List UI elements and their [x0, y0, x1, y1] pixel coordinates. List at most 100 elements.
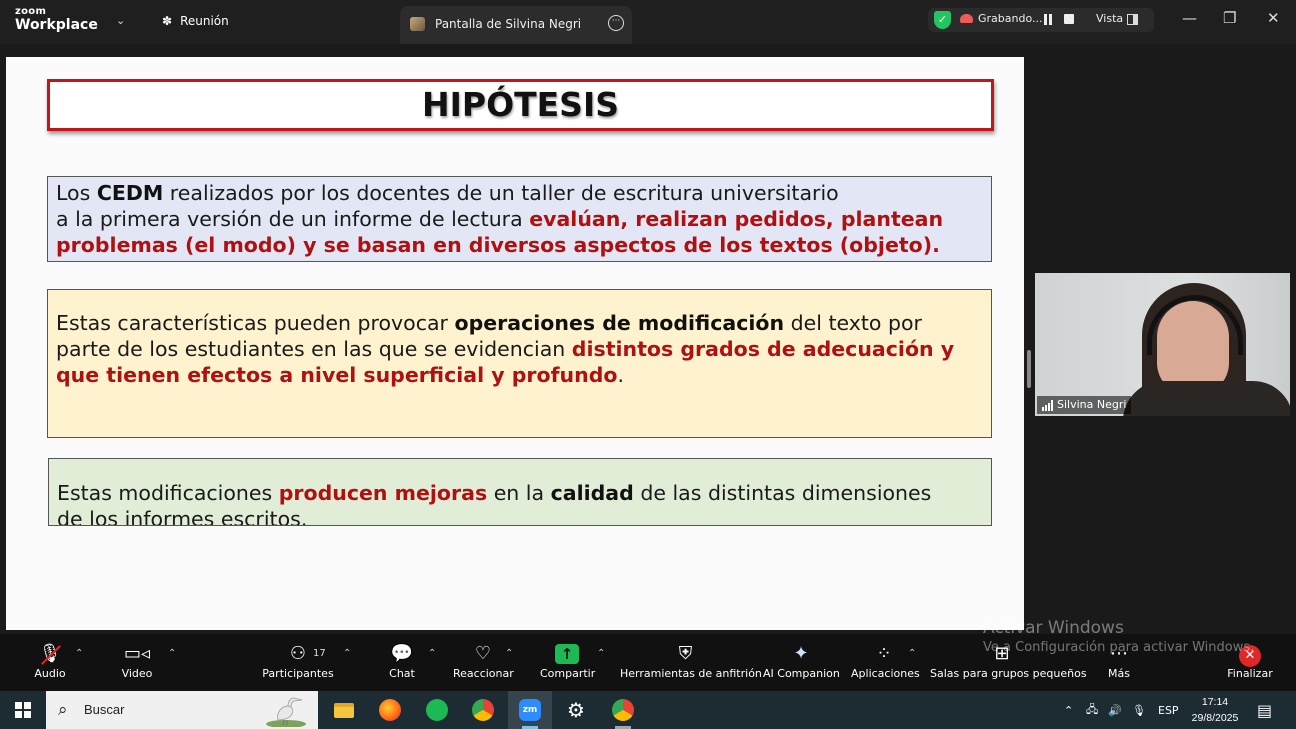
- box1-bold-cedm: CEDM: [96, 181, 164, 205]
- zoom-workplace-logo[interactable]: zoom Workplace: [15, 7, 98, 33]
- pause-recording-button[interactable]: [1044, 14, 1052, 25]
- taskbar-chrome-profile[interactable]: [601, 691, 645, 729]
- taskbar-clock[interactable]: 17:14 29/8/2025: [1182, 694, 1248, 726]
- video-label: Video: [121, 667, 153, 680]
- zoom-app-icon: zm: [519, 699, 541, 721]
- taskbar-zoom[interactable]: zm: [508, 691, 552, 729]
- box2-text: Estas características pueden provocar: [56, 311, 455, 335]
- windows-logo-icon: [15, 702, 31, 718]
- box1-emphasis: evalúan, realizan pedidos, plantean: [529, 207, 944, 231]
- share-icon-wrap: ↑: [540, 634, 594, 664]
- apps-button[interactable]: ⁘ Aplicaciones: [851, 634, 920, 691]
- slide-title: HIPÓTESIS: [421, 85, 619, 124]
- hypothesis-box-1: Los CEDM realizados por los docentes de …: [47, 176, 992, 262]
- box2-line-3: que tienen efectos a nivel superficial y…: [56, 362, 991, 388]
- box2-emphasis: distintos grados de adecuación y: [571, 337, 955, 361]
- microphone-icon[interactable]: 🎙: [1132, 691, 1146, 729]
- taskbar-settings[interactable]: ⚙: [554, 691, 598, 729]
- network-icon[interactable]: 🖧: [1086, 691, 1098, 729]
- shared-slide: HIPÓTESIS Los CEDM realizados por los do…: [6, 57, 1024, 630]
- notifications-icon[interactable]: ▤: [1257, 691, 1272, 729]
- language-indicator[interactable]: ESP: [1158, 691, 1179, 729]
- sparkle-icon: ✦: [793, 643, 809, 664]
- maximize-button[interactable]: ❐: [1223, 9, 1236, 27]
- participants-button[interactable]: ⚇ Participantes: [262, 634, 334, 691]
- muted-microphone-icon: 🎙: [30, 634, 70, 665]
- react-button[interactable]: ♡ Reaccionar: [453, 634, 514, 691]
- search-highlight-bird-icon: [266, 697, 306, 727]
- security-shield-icon[interactable]: ✓: [934, 11, 951, 29]
- chat-options-caret-icon[interactable]: ⌃: [428, 648, 436, 659]
- tray-overflow-chevron-icon[interactable]: ⌃: [1064, 691, 1073, 729]
- participants-options-caret-icon[interactable]: ⌃: [343, 648, 351, 659]
- ai-companion-label: AI Companion: [763, 667, 840, 680]
- more-options-icon[interactable]: ···: [608, 15, 624, 31]
- host-tools-button[interactable]: ⛨ Herramientas de anfitrión: [620, 634, 762, 691]
- share-label: Compartir: [540, 667, 596, 680]
- gear-icon: ⚙: [567, 698, 585, 722]
- stop-recording-button[interactable]: [1064, 14, 1074, 24]
- screen-thumbnail-icon: [410, 17, 425, 31]
- box2-text: parte de los estudiantes en las que se e…: [56, 337, 572, 361]
- logo-bottom-text: Workplace: [15, 17, 98, 33]
- box2-emphasis: que tienen efectos a nivel superficial y…: [56, 363, 618, 387]
- box1-line-2: a la primera versión de un informe de le…: [56, 206, 991, 232]
- heart-icon: ♡: [474, 643, 492, 664]
- chat-button[interactable]: 💬 Chat: [385, 634, 419, 691]
- taskbar-search[interactable]: ⌕ Buscar: [46, 691, 318, 729]
- box2-line-1: Estas características pueden provocar op…: [56, 310, 991, 336]
- audio-button[interactable]: 🎙 Audio: [30, 634, 70, 691]
- chat-label: Chat: [389, 667, 415, 680]
- box2-line-2: parte de los estudiantes en las que se e…: [56, 336, 991, 362]
- box3-text: en la: [487, 481, 551, 505]
- share-screen-button[interactable]: ↑ Compartir: [540, 634, 596, 691]
- hypothesis-box-2: Estas características pueden provocar op…: [47, 289, 992, 438]
- share-options-caret-icon[interactable]: ⌃: [597, 648, 605, 659]
- split-resize-handle[interactable]: [1027, 350, 1031, 388]
- ai-companion-button[interactable]: ✦ AI Companion: [763, 634, 840, 691]
- box1-line-3: problemas (el modo) y se basan en divers…: [56, 233, 940, 257]
- close-button[interactable]: ✕: [1267, 9, 1280, 27]
- box1-text: a la primera versión de un informe de le…: [56, 207, 530, 231]
- start-button[interactable]: [0, 691, 46, 729]
- shield-icon: ⛨: [678, 643, 693, 664]
- box1-line-1: Los CEDM realizados por los docentes de …: [56, 180, 991, 206]
- host-tools-label: Herramientas de anfitrión: [620, 667, 762, 680]
- watermark-line-1: Activar Windows: [983, 618, 1124, 638]
- windows-taskbar: ⌕ Buscar zm ⚙ ⌃ 🖧 🔊 🎙 ESP 17:14 29/8/202…: [0, 691, 1296, 729]
- view-layout-icon[interactable]: [1127, 14, 1138, 25]
- participants-count: 17: [313, 648, 326, 659]
- people-icon: ✽: [162, 14, 173, 28]
- box3-line-2: de los informes escritos.: [57, 507, 308, 526]
- chrome-icon: [472, 699, 494, 721]
- recording-status-bar: ✓ Grabando... Vista: [928, 8, 1154, 32]
- search-placeholder: Buscar: [84, 702, 125, 717]
- react-options-caret-icon[interactable]: ⌃: [505, 648, 513, 659]
- chevron-down-icon[interactable]: ⌄: [116, 14, 125, 27]
- more-label: Más: [1108, 667, 1130, 680]
- box3-text: Estas modificaciones: [57, 481, 279, 505]
- react-label: Reaccionar: [453, 667, 514, 680]
- taskbar-file-explorer[interactable]: [322, 691, 366, 729]
- volume-icon[interactable]: 🔊: [1108, 691, 1122, 729]
- hypothesis-box-3: Estas modificaciones producen mejoras en…: [48, 458, 992, 526]
- chrome-profile-icon: [612, 699, 634, 721]
- view-button[interactable]: Vista: [1096, 12, 1123, 25]
- audio-options-caret-icon[interactable]: ⌃: [75, 648, 83, 659]
- meeting-tab[interactable]: ✽ Reunión: [162, 14, 229, 28]
- participant-body: [1123, 381, 1290, 416]
- video-options-caret-icon[interactable]: ⌃: [168, 648, 176, 659]
- spotify-icon: [426, 699, 448, 721]
- taskbar-spotify[interactable]: [415, 691, 459, 729]
- video-button[interactable]: ▭◃ Video: [117, 634, 157, 691]
- search-icon: ⌕: [58, 700, 68, 720]
- meeting-stage: HIPÓTESIS Los CEDM realizados por los do…: [0, 44, 1296, 634]
- taskbar-chrome[interactable]: [461, 691, 505, 729]
- apps-options-caret-icon[interactable]: ⌃: [908, 648, 916, 659]
- participant-video-tile[interactable]: Silvina Negri: [1035, 273, 1290, 416]
- taskbar-firefox[interactable]: [368, 691, 412, 729]
- box2-bold-text: operaciones de modificación: [454, 311, 785, 335]
- shared-screen-tab[interactable]: Pantalla de Silvina Negri ···: [400, 6, 632, 44]
- slide-title-box: HIPÓTESIS: [47, 79, 994, 131]
- minimize-button[interactable]: —: [1182, 9, 1197, 27]
